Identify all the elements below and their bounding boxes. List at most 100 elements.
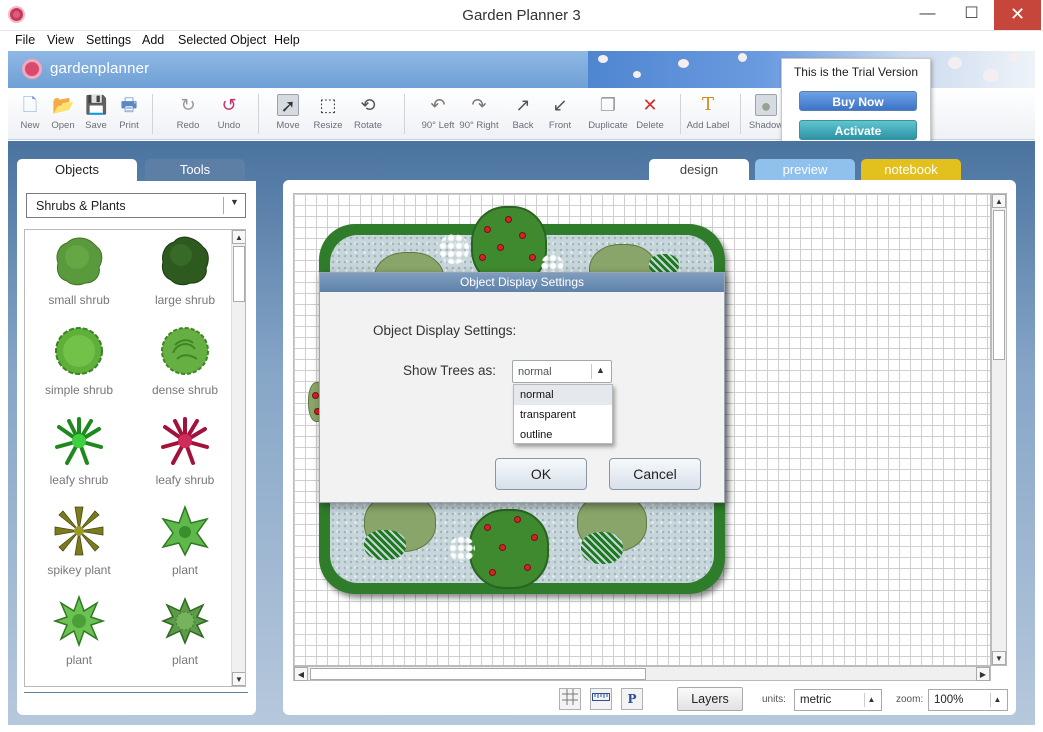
object-label: small shrub: [48, 293, 110, 307]
new-file-icon: 🗋: [22, 95, 38, 115]
fruit: [524, 564, 531, 571]
units-value: metric: [800, 694, 832, 706]
fruit: [484, 524, 491, 531]
scroll-down-icon[interactable]: ▼: [232, 672, 245, 686]
scroll-thumb[interactable]: [233, 246, 245, 302]
object-label: leafy shrub: [155, 473, 215, 487]
object-plant[interactable]: plant: [135, 595, 235, 667]
apple-tree-object[interactable]: [469, 509, 549, 589]
object-list-scrollbar[interactable]: ▲ ▼: [231, 230, 245, 686]
grid-toggle-icon[interactable]: [559, 688, 581, 710]
category-dropdown[interactable]: Shrubs & Plants ▼: [26, 193, 246, 218]
leafy-plant-object[interactable]: [364, 530, 406, 560]
canvas-vertical-scrollbar[interactable]: ▲ ▼: [991, 193, 1007, 666]
minimize-button[interactable]: —: [905, 0, 950, 30]
duplicate-button[interactable]: ❐ Duplicate: [586, 92, 630, 131]
object-leafy-shrub-red[interactable]: leafy shrub: [135, 415, 235, 487]
object-large-shrub[interactable]: large shrub: [135, 235, 235, 307]
rotate-90-left-button[interactable]: ↶ 90° Left: [416, 92, 460, 131]
delete-button[interactable]: ✕ Delete: [628, 92, 672, 131]
open-folder-icon: 📂: [52, 95, 75, 115]
tab-design[interactable]: design: [649, 159, 749, 182]
leafy-plant-object[interactable]: [581, 532, 623, 564]
logo-text: gardenplanner: [50, 60, 150, 77]
window-title: Garden Planner 3: [462, 7, 581, 24]
object-spikey-plant[interactable]: spikey plant: [29, 505, 129, 577]
object-plant[interactable]: plant: [135, 505, 235, 577]
tab-preview[interactable]: preview: [755, 159, 855, 181]
plant-rosette-icon: [53, 595, 105, 647]
menu-selected-object[interactable]: Selected Object: [178, 33, 266, 47]
option-outline[interactable]: outline: [514, 425, 612, 445]
tab-tools[interactable]: Tools: [145, 159, 245, 181]
redo-button[interactable]: ↻ Redo: [166, 92, 210, 131]
scroll-thumb[interactable]: [310, 668, 646, 680]
cancel-button[interactable]: Cancel: [609, 458, 701, 490]
fruit: [531, 534, 538, 541]
menu-file[interactable]: File: [15, 33, 35, 47]
option-normal[interactable]: normal: [514, 385, 612, 405]
menu-settings[interactable]: Settings: [86, 33, 131, 47]
trial-popup: This is the Trial Version Buy Now Activa…: [781, 58, 931, 148]
zoom-dropdown[interactable]: 100% ▲: [928, 689, 1008, 711]
panel-divider: [24, 692, 248, 693]
object-simple-shrub[interactable]: simple shrub: [29, 325, 129, 397]
object-leafy-shrub-green[interactable]: leafy shrub: [29, 415, 129, 487]
scroll-up-icon[interactable]: ▲: [992, 194, 1006, 208]
object-label: spikey plant: [47, 563, 111, 577]
close-button[interactable]: ✕: [994, 0, 1041, 30]
scroll-down-icon[interactable]: ▼: [992, 651, 1006, 665]
add-label-icon: T: [701, 94, 714, 115]
toolbar-separator: [740, 94, 741, 134]
print-button[interactable]: 🖶 Print: [107, 92, 151, 131]
undo-button[interactable]: ↺ Undo: [207, 92, 251, 131]
object-dense-shrub[interactable]: dense shrub: [135, 325, 235, 397]
maximize-button[interactable]: ☐: [949, 0, 994, 30]
show-trees-dropdown[interactable]: normal ▲: [512, 360, 612, 383]
units-dropdown[interactable]: metric ▲: [794, 689, 882, 711]
tab-objects[interactable]: Objects: [17, 159, 137, 182]
leafy-shrub-green-icon: [55, 417, 103, 465]
canvas-horizontal-scrollbar[interactable]: ◀ ▶: [293, 666, 991, 681]
object-label: plant: [171, 563, 199, 577]
bring-front-button[interactable]: ↙ Front: [538, 92, 582, 131]
scroll-left-icon[interactable]: ◀: [294, 667, 308, 681]
dialog-heading: Object Display Settings:: [373, 323, 517, 338]
menu-add[interactable]: Add: [142, 33, 164, 47]
zoom-value: 100%: [934, 694, 964, 706]
spikey-plant-icon: [54, 506, 104, 556]
toolbar-separator: [258, 94, 259, 134]
toolbar-separator: [680, 94, 681, 134]
redo-icon: ↻: [180, 95, 196, 115]
menu-view[interactable]: View: [47, 33, 74, 47]
delete-icon: ✕: [642, 95, 658, 115]
object-plant[interactable]: plant: [29, 595, 129, 667]
scroll-up-icon[interactable]: ▲: [232, 230, 245, 244]
plant-list-icon[interactable]: P: [621, 688, 643, 710]
dialog-title: Object Display Settings: [320, 273, 724, 292]
rotate-90-right-button[interactable]: ↷ 90° Right: [457, 92, 501, 131]
rotate-button[interactable]: ⟲ Rotate: [346, 92, 390, 131]
move-button[interactable]: ➚ Move: [266, 92, 310, 131]
layers-button[interactable]: Layers: [677, 687, 743, 711]
scroll-thumb[interactable]: [993, 210, 1005, 360]
option-transparent[interactable]: transparent: [514, 405, 612, 425]
buy-now-button[interactable]: Buy Now: [799, 91, 917, 111]
resize-button[interactable]: ⬚ Resize: [306, 92, 350, 131]
chevron-up-icon: ▲: [990, 693, 1004, 707]
fruit: [505, 216, 512, 223]
activate-button[interactable]: Activate: [799, 120, 917, 140]
ruler-toggle-icon[interactable]: [590, 688, 612, 710]
object-small-shrub[interactable]: small shrub: [29, 235, 129, 307]
scroll-right-icon[interactable]: ▶: [976, 667, 990, 681]
ok-button[interactable]: OK: [495, 458, 587, 490]
menu-help[interactable]: Help: [274, 33, 300, 47]
fruit: [529, 254, 536, 261]
object-display-settings-dialog: Object Display Settings Object Display S…: [319, 272, 725, 503]
fruit: [489, 569, 496, 576]
send-back-icon: ↗: [515, 95, 531, 115]
add-label-button[interactable]: T Add Label: [686, 92, 730, 131]
show-trees-value: normal: [518, 366, 552, 378]
simple-shrub-icon: [55, 327, 103, 375]
tab-notebook[interactable]: notebook: [861, 159, 961, 181]
